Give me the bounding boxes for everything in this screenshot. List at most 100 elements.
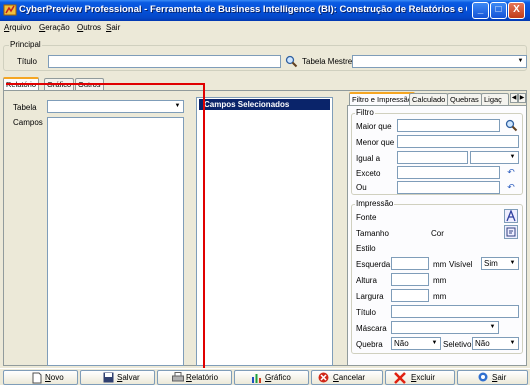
undo-icon[interactable]: ↶ bbox=[504, 181, 518, 195]
altura-input[interactable] bbox=[391, 273, 429, 286]
mascara-select[interactable]: ▼ bbox=[391, 321, 499, 334]
visivel-label: Visível bbox=[449, 260, 473, 269]
tab-scroll-left-icon[interactable]: ◀ bbox=[510, 93, 518, 103]
igual-a-select[interactable]: ▼ bbox=[470, 151, 519, 164]
relatorio-label: Relatório bbox=[186, 373, 219, 382]
titulo-impressao-label: Título bbox=[356, 308, 377, 317]
cor-label: Cor bbox=[431, 229, 444, 238]
exceto-label: Exceto bbox=[356, 169, 381, 178]
novo-button[interactable]: Novo bbox=[3, 370, 78, 385]
bottom-toolbar: Novo Salvar Relatório Gráfico Cancelar E… bbox=[0, 368, 530, 385]
undo-icon[interactable]: ↶ bbox=[504, 166, 518, 180]
altura-mm-label: mm bbox=[433, 276, 447, 285]
bar-chart-icon bbox=[251, 372, 263, 385]
tab-scroll-right-icon[interactable]: ▶ bbox=[518, 93, 526, 103]
seletivo-label: Seletivo bbox=[443, 340, 472, 349]
titulo-label: Título bbox=[17, 57, 38, 66]
sair-label: Sair bbox=[492, 373, 507, 382]
close-button[interactable]: X bbox=[508, 2, 525, 19]
tab-filtro-impressao[interactable]: Filtro e Impressão bbox=[349, 92, 416, 105]
tamanho-label: Tamanho bbox=[356, 229, 389, 238]
search-icon[interactable] bbox=[284, 55, 298, 69]
font-icon[interactable] bbox=[504, 209, 518, 223]
relatorio-button[interactable]: Relatório bbox=[157, 370, 232, 385]
cancel-icon bbox=[318, 372, 329, 385]
grafico-button[interactable]: Gráfico bbox=[234, 370, 309, 385]
title-bar: CyberPreview Professional - Ferramenta d… bbox=[0, 0, 530, 21]
largura-label: Largura bbox=[356, 292, 384, 301]
filtro-legend: Filtro bbox=[355, 108, 375, 117]
salvar-button[interactable]: Salvar bbox=[80, 370, 155, 385]
chevron-down-icon: ▼ bbox=[489, 324, 496, 330]
campos-label: Campos bbox=[13, 118, 43, 127]
visivel-select[interactable]: Sim ▼ bbox=[481, 257, 519, 270]
quebra-select[interactable]: Não ▼ bbox=[391, 337, 441, 350]
fonte-label: Fonte bbox=[356, 213, 377, 222]
menu-arquivo[interactable]: Arquivo bbox=[4, 23, 31, 32]
menor-que-input[interactable] bbox=[397, 135, 519, 148]
tabela-mestre-label: Tabela Mestre bbox=[302, 57, 353, 66]
quebra-label: Quebra bbox=[356, 340, 383, 349]
principal-legend: Principal bbox=[9, 40, 42, 49]
ou-label: Ou bbox=[356, 183, 367, 192]
exceto-input[interactable] bbox=[397, 166, 500, 179]
maior-que-label: Maior que bbox=[356, 122, 392, 131]
tab-ligacoes[interactable]: Ligaç bbox=[481, 93, 509, 105]
largura-mm-label: mm bbox=[433, 292, 447, 301]
esquerda-input[interactable] bbox=[391, 257, 429, 270]
campos-selecionados-list[interactable] bbox=[196, 97, 333, 366]
menu-sair[interactable]: Sair bbox=[106, 23, 120, 32]
chevron-down-icon: ▼ bbox=[431, 340, 438, 346]
menu-outros[interactable]: Outros bbox=[77, 23, 101, 32]
maior-que-input[interactable] bbox=[397, 119, 500, 132]
delete-icon bbox=[394, 372, 406, 385]
grafico-label: Gráfico bbox=[265, 373, 291, 382]
impressao-legend: Impressão bbox=[355, 199, 395, 208]
titulo-impressao-input[interactable] bbox=[391, 305, 519, 318]
novo-label: Novo bbox=[45, 373, 64, 382]
salvar-label: Salvar bbox=[117, 373, 140, 382]
chevron-down-icon: ▼ bbox=[509, 340, 516, 346]
save-icon bbox=[103, 372, 114, 385]
tab-calculado[interactable]: Calculado bbox=[409, 93, 449, 105]
esquerda-mm-label: mm bbox=[433, 260, 447, 269]
maximize-button[interactable]: □ bbox=[490, 2, 507, 19]
minimize-button[interactable]: _ bbox=[472, 2, 489, 19]
chevron-down-icon: ▼ bbox=[509, 154, 516, 160]
chevron-down-icon: ▼ bbox=[509, 260, 516, 266]
esquerda-label: Esquerda bbox=[356, 260, 391, 269]
tabela-select[interactable]: ▼ bbox=[47, 100, 184, 113]
largura-input[interactable] bbox=[391, 289, 429, 302]
annotation-right bbox=[203, 83, 205, 385]
exit-icon bbox=[478, 372, 488, 385]
color-icon[interactable] bbox=[504, 225, 518, 239]
menor-que-label: Menor que bbox=[356, 138, 395, 147]
campos-list[interactable] bbox=[47, 117, 184, 366]
menu-geracao[interactable]: Geração bbox=[39, 23, 70, 32]
annotation-top bbox=[6, 83, 205, 85]
sair-button[interactable]: Sair bbox=[457, 370, 528, 385]
excluir-label: Excluir bbox=[411, 373, 436, 382]
window-title: CyberPreview Professional - Ferramenta d… bbox=[19, 4, 467, 15]
tabela-mestre-select[interactable]: ▼ bbox=[352, 55, 527, 68]
campos-selecionados-header[interactable]: Campos Selecionados bbox=[199, 99, 330, 110]
chevron-down-icon: ▼ bbox=[174, 103, 181, 109]
menu-bar: Arquivo Geração Outros Sair bbox=[0, 21, 530, 35]
chevron-down-icon: ▼ bbox=[517, 58, 524, 64]
altura-label: Altura bbox=[356, 276, 377, 285]
search-icon[interactable] bbox=[504, 119, 518, 133]
seletivo-select[interactable]: Não ▼ bbox=[472, 337, 519, 350]
igual-a-label: Igual a bbox=[356, 154, 381, 163]
cancelar-label: Cancelar bbox=[333, 373, 366, 382]
tabela-label: Tabela bbox=[13, 103, 37, 112]
printer-icon bbox=[172, 372, 184, 385]
cancelar-button[interactable]: Cancelar bbox=[311, 370, 383, 385]
excluir-button[interactable]: Excluir bbox=[385, 370, 455, 385]
titulo-input[interactable] bbox=[48, 55, 281, 68]
igual-a-input[interactable] bbox=[397, 151, 468, 164]
ou-input[interactable] bbox=[397, 181, 500, 194]
visivel-value: Sim bbox=[484, 259, 498, 268]
mascara-label: Máscara bbox=[356, 324, 387, 333]
tab-quebras[interactable]: Quebras bbox=[447, 93, 482, 105]
estilo-label: Estilo bbox=[356, 244, 376, 253]
